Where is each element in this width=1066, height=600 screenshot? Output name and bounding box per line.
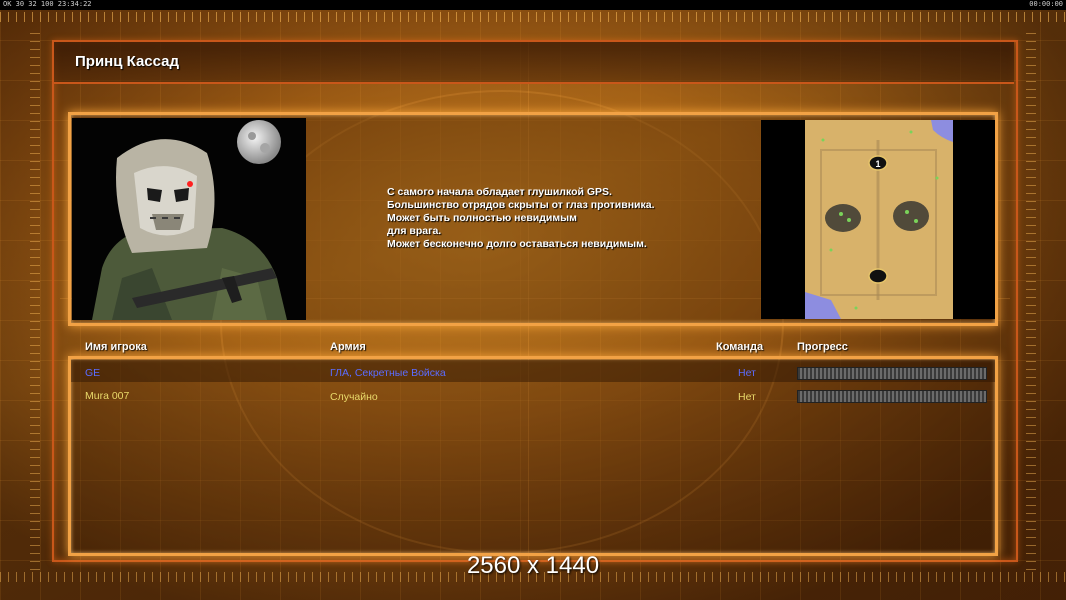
description-line: для врага. — [387, 225, 442, 237]
column-header-player-name: Имя игрока — [85, 341, 147, 353]
soldier-portrait-icon — [72, 118, 306, 320]
start-position-marker: 1 — [875, 159, 880, 169]
column-header-team: Команда — [716, 341, 764, 353]
general-description: С самого начала обладает глушилкой GPS. … — [387, 186, 747, 251]
description-line: С самого начала обладает глушилкой GPS. — [387, 186, 612, 198]
player-name: GE — [85, 367, 101, 379]
player-team: Нет — [738, 367, 756, 379]
player-army: ГЛА, Секретные Войска — [330, 367, 446, 379]
player-name: Mura 007 — [85, 390, 130, 402]
column-header-army: Армия — [330, 341, 366, 353]
column-header-progress: Прогресс — [797, 341, 848, 353]
desert-minimap-icon: 1 — [761, 120, 995, 319]
player-team: Нет — [738, 391, 756, 403]
header-bar — [54, 42, 1014, 84]
description-line: Большинство отрядов скрыты от глаз проти… — [387, 199, 655, 211]
status-bar-clock: 00:00:00 — [1029, 0, 1063, 8]
ruler-left — [30, 30, 40, 570]
description-line: Может бесконечно долго оставаться невиди… — [387, 238, 647, 250]
player-army: Случайно — [330, 391, 378, 403]
ruler-right — [1026, 30, 1036, 570]
player-progress-bar — [797, 367, 987, 380]
resolution-label: 2560 x 1440 — [466, 552, 600, 579]
general-title: Принц Кассад — [75, 53, 180, 70]
players-panel — [68, 356, 998, 556]
status-bar: ОК 30 32 100 23:34:22 00:00:00 — [0, 0, 1066, 10]
status-bar-left: ОК 30 32 100 23:34:22 — [3, 0, 92, 8]
ruler-top — [0, 12, 1066, 22]
player-progress-bar — [797, 390, 987, 403]
description-line: Может быть полностью невидимым — [387, 212, 577, 224]
